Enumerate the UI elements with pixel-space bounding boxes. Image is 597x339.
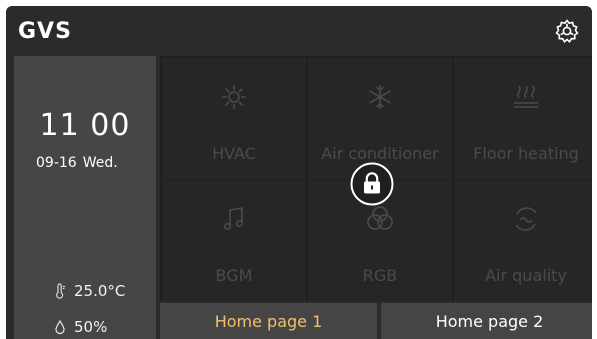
temperature-reading: 25.0°C — [54, 282, 125, 300]
lock-icon — [350, 162, 394, 206]
temperature-value: 25.0°C — [74, 282, 126, 300]
music-icon — [223, 207, 244, 231]
humidity-reading: 50% — [54, 318, 107, 336]
panel-screen: GVS 11 00 09-16 Wed. 25.0°C 50% HVAC Air… — [6, 6, 592, 339]
air-quality-icon — [515, 207, 537, 231]
snowflake-icon — [369, 85, 391, 109]
tile-air-quality[interactable]: Air quality — [454, 180, 592, 301]
tile-label: BGM — [215, 266, 253, 285]
weekday-value: Wed. — [82, 155, 118, 171]
gear-icon — [555, 19, 579, 44]
settings-button[interactable] — [554, 18, 580, 44]
tab-home-page-2[interactable]: Home page 2 — [381, 303, 592, 339]
rgb-icon — [367, 206, 393, 230]
tile-label: Floor heating — [473, 144, 579, 163]
tile-bgm[interactable]: BGM — [162, 180, 306, 301]
status-panel: 11 00 09-16 Wed. 25.0°C 50% — [14, 56, 156, 339]
tile-floor-heating[interactable]: Floor heating — [454, 58, 592, 179]
lock-button[interactable] — [349, 161, 395, 207]
tile-hvac[interactable]: HVAC — [162, 58, 306, 179]
thermometer-icon — [56, 283, 65, 299]
tile-label: HVAC — [212, 144, 256, 163]
page-tabs: Home page 1 Home page 2 — [160, 303, 592, 339]
floor-heating-icon — [514, 85, 538, 108]
humidity-value: 50% — [74, 318, 108, 336]
date-value: 09-16 — [36, 155, 77, 171]
hvac-icon — [222, 85, 246, 109]
tile-label: RGB — [362, 266, 398, 285]
clock-time: 11 00 — [39, 108, 131, 143]
droplet-icon — [55, 319, 65, 335]
brand-logo: GVS — [18, 19, 72, 44]
tab-home-page-1[interactable]: Home page 1 — [160, 303, 377, 339]
tile-label: Air quality — [485, 266, 567, 285]
date-line: 09-16 Wed. — [36, 155, 118, 171]
